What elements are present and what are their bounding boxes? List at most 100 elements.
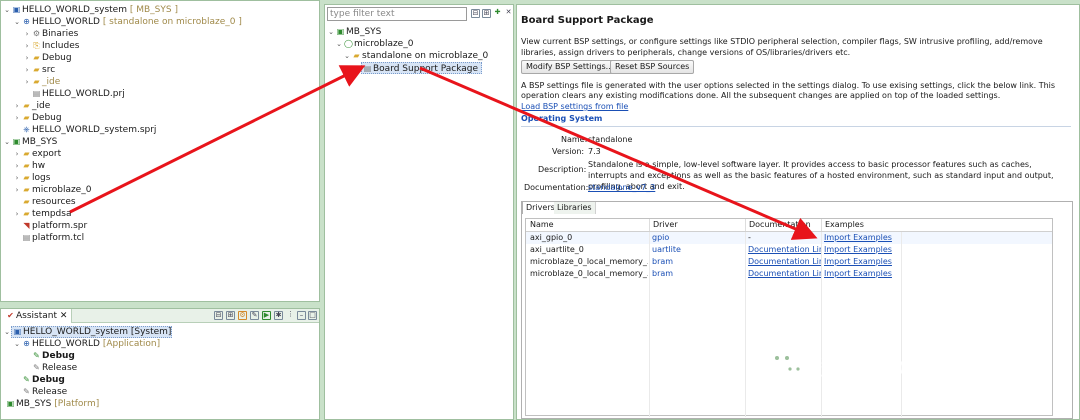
tree-item-debug-root[interactable]: › ▰ Debug [13, 112, 62, 124]
expand-icon[interactable]: › [13, 100, 21, 112]
outline-item-bsp[interactable]: ▤ Board Support Package [361, 62, 483, 74]
folder-icon: ▰ [23, 101, 30, 110]
minimize-icon[interactable]: – [297, 311, 306, 320]
expand-icon[interactable]: › [23, 28, 31, 40]
tree-item-includes[interactable]: › ⎘ Includes [23, 40, 80, 52]
close-filter-icon[interactable]: ✕ [504, 9, 513, 18]
tab-assistant[interactable]: ✔ Assistant ✕ [1, 309, 73, 323]
tab-libraries[interactable]: Libraries [554, 202, 596, 214]
collapse-icon[interactable]: ⌄ [3, 136, 11, 148]
reset-bsp-sources-button[interactable]: Reset BSP Sources [610, 60, 695, 74]
collapse-all-icon[interactable]: ⊟ [214, 311, 223, 320]
tree-item-logs[interactable]: › ▰ logs [13, 172, 51, 184]
tree-item-tempdsa[interactable]: › ▰ tempdsa [13, 208, 72, 220]
sort-icon[interactable]: ✚ [493, 9, 502, 18]
tree-item-resources[interactable]: ▰ resources [21, 196, 75, 208]
cell-documentation-link[interactable]: Documentation Link [748, 256, 822, 268]
maximize-icon[interactable]: □ [308, 311, 317, 320]
tree-item-binaries[interactable]: › ⚙ Binaries [23, 28, 79, 40]
collapse-icon[interactable]: ⌄ [327, 26, 335, 38]
tree-item-export[interactable]: › ▰ export [13, 148, 62, 160]
expand-icon[interactable]: › [23, 40, 31, 52]
tree-item-hello-world-prj[interactable]: ▤ HELLO_WORLD.prj [31, 88, 125, 100]
expand-all-icon[interactable]: ⊞ [482, 9, 491, 18]
outline-item-standalone[interactable]: ⌄ ▰ standalone on microblaze_0 [343, 50, 488, 62]
column-header-driver[interactable]: Driver [649, 219, 739, 231]
outline-item-mb-sys[interactable]: ⌄ ▣ MB_SYS [327, 26, 381, 38]
cell-driver: bram [652, 269, 674, 278]
assistant-item-app-release[interactable]: ✎ Release [31, 362, 77, 374]
assistant-item-application[interactable]: ⌄ ⊕ HELLO_WORLD [Application] [13, 338, 160, 350]
os-section-heading: Operating System [521, 114, 603, 123]
expand-icon[interactable]: › [23, 52, 31, 64]
folder-icon: ▰ [23, 161, 30, 170]
collapse-icon[interactable]: ⌄ [3, 4, 11, 16]
tree-item-ide[interactable]: › ▰ _ide [23, 76, 61, 88]
tree-item-microblaze-0[interactable]: › ▰ microblaze_0 [13, 184, 92, 196]
platform-icon: ▣ [336, 27, 345, 36]
expand-icon[interactable]: › [13, 112, 21, 124]
collapse-icon[interactable]: ⌄ [13, 338, 21, 350]
expand-all-icon[interactable]: ⊞ [226, 311, 235, 320]
debug-icon[interactable]: ✱ [274, 311, 283, 320]
filter-input[interactable]: type filter text [327, 7, 467, 21]
table-row[interactable]: microblaze_0_local_memory_... bram Docum… [526, 268, 1052, 280]
tree-item-platform-spr[interactable]: ◥ platform.spr [21, 220, 87, 232]
tree-item-ide-root[interactable]: › ▰ _ide [13, 100, 51, 112]
expand-icon[interactable]: › [13, 184, 21, 196]
table-row[interactable]: axi_uartlite_0 uartlite Documentation Li… [526, 244, 1052, 256]
cell-examples-link[interactable]: Import Examples [824, 256, 894, 268]
cell-examples-link[interactable]: Import Examples [824, 232, 894, 244]
assistant-item-debug[interactable]: ✎ Debug [21, 374, 65, 386]
collapse-icon[interactable]: ⌄ [3, 326, 11, 338]
tree-item-src[interactable]: › ▰ src [23, 64, 56, 76]
run-icon[interactable]: ▶ [262, 311, 271, 320]
cell-examples-link[interactable]: Import Examples [824, 244, 894, 256]
build-icon[interactable]: ✎ [250, 311, 259, 320]
drivers-tab-folder: Drivers Libraries Name Driver Documentat… [521, 201, 1073, 419]
column-header-examples[interactable]: Examples [821, 219, 901, 231]
collapse-icon[interactable]: ⌄ [335, 38, 343, 50]
load-bsp-settings-link[interactable]: Load BSP settings from file [521, 102, 628, 111]
section-divider [521, 126, 1071, 127]
tree-item-debug[interactable]: › ▰ Debug [23, 52, 72, 64]
tree-item-hello-world-system[interactable]: ⌄ ▣ HELLO_WORLD_system [ MB_SYS ] [3, 4, 178, 16]
folder-icon: ▰ [23, 185, 30, 194]
expand-icon[interactable]: › [13, 208, 21, 220]
assistant-item-platform[interactable]: ▣ MB_SYS [Platform] [5, 398, 100, 410]
modify-bsp-settings-button[interactable]: Modify BSP Settings... [521, 60, 619, 74]
assistant-item-app-debug[interactable]: ✎ Debug [31, 350, 75, 362]
collapse-icon[interactable]: ⌄ [343, 50, 351, 62]
cell-name: microblaze_0_local_memory_... [530, 257, 648, 266]
table-row[interactable]: microblaze_0_local_memory_... bram Docum… [526, 256, 1052, 268]
collapse-all-icon[interactable]: ⊟ [471, 9, 480, 18]
cell-name: axi_gpio_0 [530, 233, 573, 242]
folder-icon: ▰ [23, 197, 30, 206]
expand-icon[interactable]: › [13, 148, 21, 160]
expand-icon[interactable]: › [23, 64, 31, 76]
view-menu-icon[interactable]: ⋮ [286, 311, 295, 320]
expand-icon[interactable]: › [23, 76, 31, 88]
assistant-item-system[interactable]: ⌄ ▣ HELLO_WORLD_system [System] [3, 326, 173, 338]
tree-item-system-sprj[interactable]: ⎈ HELLO_WORLD_system.sprj [21, 124, 156, 136]
tree-item-hello-world[interactable]: ⌄ ⊕ HELLO_WORLD [ standalone on microblaze… [13, 16, 242, 28]
tree-item-mb-sys[interactable]: ⌄ ▣ MB_SYS [3, 136, 57, 148]
settings-icon[interactable]: ⚙ [238, 311, 247, 320]
close-icon[interactable]: ✕ [60, 311, 68, 321]
expand-icon[interactable]: › [13, 160, 21, 172]
cell-documentation-link[interactable]: Documentation Link [748, 244, 822, 256]
collapse-icon[interactable]: ⌄ [13, 16, 21, 28]
cell-documentation-link[interactable]: Documentation Link [748, 268, 822, 280]
outline-item-microblaze-0[interactable]: ⌄ ◯microblaze_0 [335, 38, 413, 50]
column-header-documentation[interactable]: Documentation [745, 219, 821, 231]
column-header-name[interactable]: Name [530, 219, 640, 231]
os-documentation-link[interactable]: standalone_v7_3 [588, 183, 655, 192]
tree-item-platform-tcl[interactable]: ▤ platform.tcl [21, 232, 84, 244]
platform-icon: ▣ [12, 137, 21, 146]
cell-examples-link[interactable]: Import Examples [824, 268, 894, 280]
table-row[interactable]: axi_gpio_0 gpio - Import Examples [526, 232, 1052, 244]
expand-icon[interactable]: › [13, 172, 21, 184]
assistant-item-release[interactable]: ✎ Release [21, 386, 67, 398]
tree-item-hw[interactable]: › ▰ hw [13, 160, 45, 172]
folder-icon: ▰ [33, 77, 40, 86]
